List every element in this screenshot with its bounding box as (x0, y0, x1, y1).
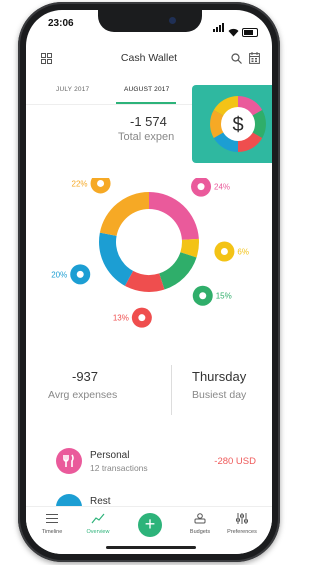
nav-overview-label: Overview (86, 529, 110, 535)
status-icons (213, 19, 258, 37)
phone-frame: 23:06 Cash Wallet JULY 2017 AUGUST 2017 … (18, 2, 280, 562)
percent-label-home: 20% (51, 270, 67, 279)
nav-budgets[interactable]: Budgets (180, 513, 220, 535)
app-screen: 23:06 Cash Wallet JULY 2017 AUGUST 2017 … (26, 10, 272, 554)
wifi-icon (228, 28, 239, 37)
tab-august-2017[interactable]: AUGUST 2017 (124, 86, 169, 93)
transaction-row-personal[interactable]: Personal 12 transactions -280 USD (26, 444, 272, 480)
transaction-amount: -280 USD (214, 456, 256, 467)
donut-segment-personal[interactable] (149, 192, 199, 240)
app-logo-card: $ (192, 85, 272, 163)
stats-panel: -937 Avrg expenses Thursday Busiest day (26, 365, 272, 425)
percent-label-shopping: 6% (237, 248, 249, 257)
signal-icon (213, 19, 225, 37)
calendar-icon[interactable] (249, 52, 260, 64)
phone-notch (98, 10, 202, 32)
stats-divider (171, 365, 172, 415)
donut-segment-drinks[interactable] (159, 252, 197, 290)
svg-text:$: $ (232, 114, 243, 136)
avg-expenses-label: Avrg expenses (48, 389, 118, 401)
busiest-day-label: Busiest day (192, 389, 247, 401)
cutlery-icon-glyph (197, 183, 205, 191)
nav-overview[interactable]: Overview (78, 513, 118, 535)
add-transaction-button[interactable]: + (138, 513, 162, 537)
donut-segment-travel[interactable] (99, 192, 149, 236)
avg-expenses-value: -937 (72, 369, 99, 384)
percent-label-car: 13% (113, 314, 129, 323)
battery-icon (242, 28, 258, 37)
cocktail-icon-glyph (199, 292, 207, 300)
percent-label-personal: 24% (214, 183, 230, 192)
plane-icon-glyph (97, 179, 105, 187)
status-time: 23:06 (48, 18, 74, 29)
timeline-icon (46, 514, 58, 523)
nav-preferences[interactable]: Preferences (222, 513, 262, 535)
search-icon[interactable] (231, 53, 242, 64)
nav-preferences-label: Preferences (227, 529, 257, 535)
expense-donut-chart: 24% 6% 15% 13% 20% 22% (51, 178, 249, 328)
nav-timeline-label: Timeline (41, 529, 63, 535)
preferences-sliders-icon (236, 513, 248, 524)
app-logo-icon: $ (210, 96, 266, 152)
total-expenses-label: Total expen (118, 131, 175, 143)
nav-timeline[interactable]: Timeline (32, 513, 72, 535)
overview-chart-icon (91, 513, 105, 524)
transaction-count: 12 transactions (90, 463, 148, 473)
nav-budgets-label: Budgets (189, 529, 211, 535)
home-icon-glyph (76, 270, 84, 278)
tab-july-2017[interactable]: JULY 2017 (56, 86, 89, 93)
transaction-category-name: Personal (90, 450, 130, 461)
total-expenses-value: -1 574 (130, 114, 167, 129)
donut-segments (99, 192, 199, 292)
busiest-day-value: Thursday (192, 369, 247, 384)
app-header: Cash Wallet (26, 48, 272, 68)
percent-label-travel: 22% (72, 179, 88, 188)
percent-label-drinks: 15% (216, 292, 232, 301)
home-indicator (106, 546, 196, 549)
lock-icon-glyph (138, 314, 146, 322)
budgets-icon (194, 513, 206, 524)
camera-icon (169, 17, 176, 24)
cutlery-icon (56, 448, 82, 474)
bus-icon-glyph (220, 248, 228, 256)
donut-segment-home[interactable] (99, 232, 134, 286)
